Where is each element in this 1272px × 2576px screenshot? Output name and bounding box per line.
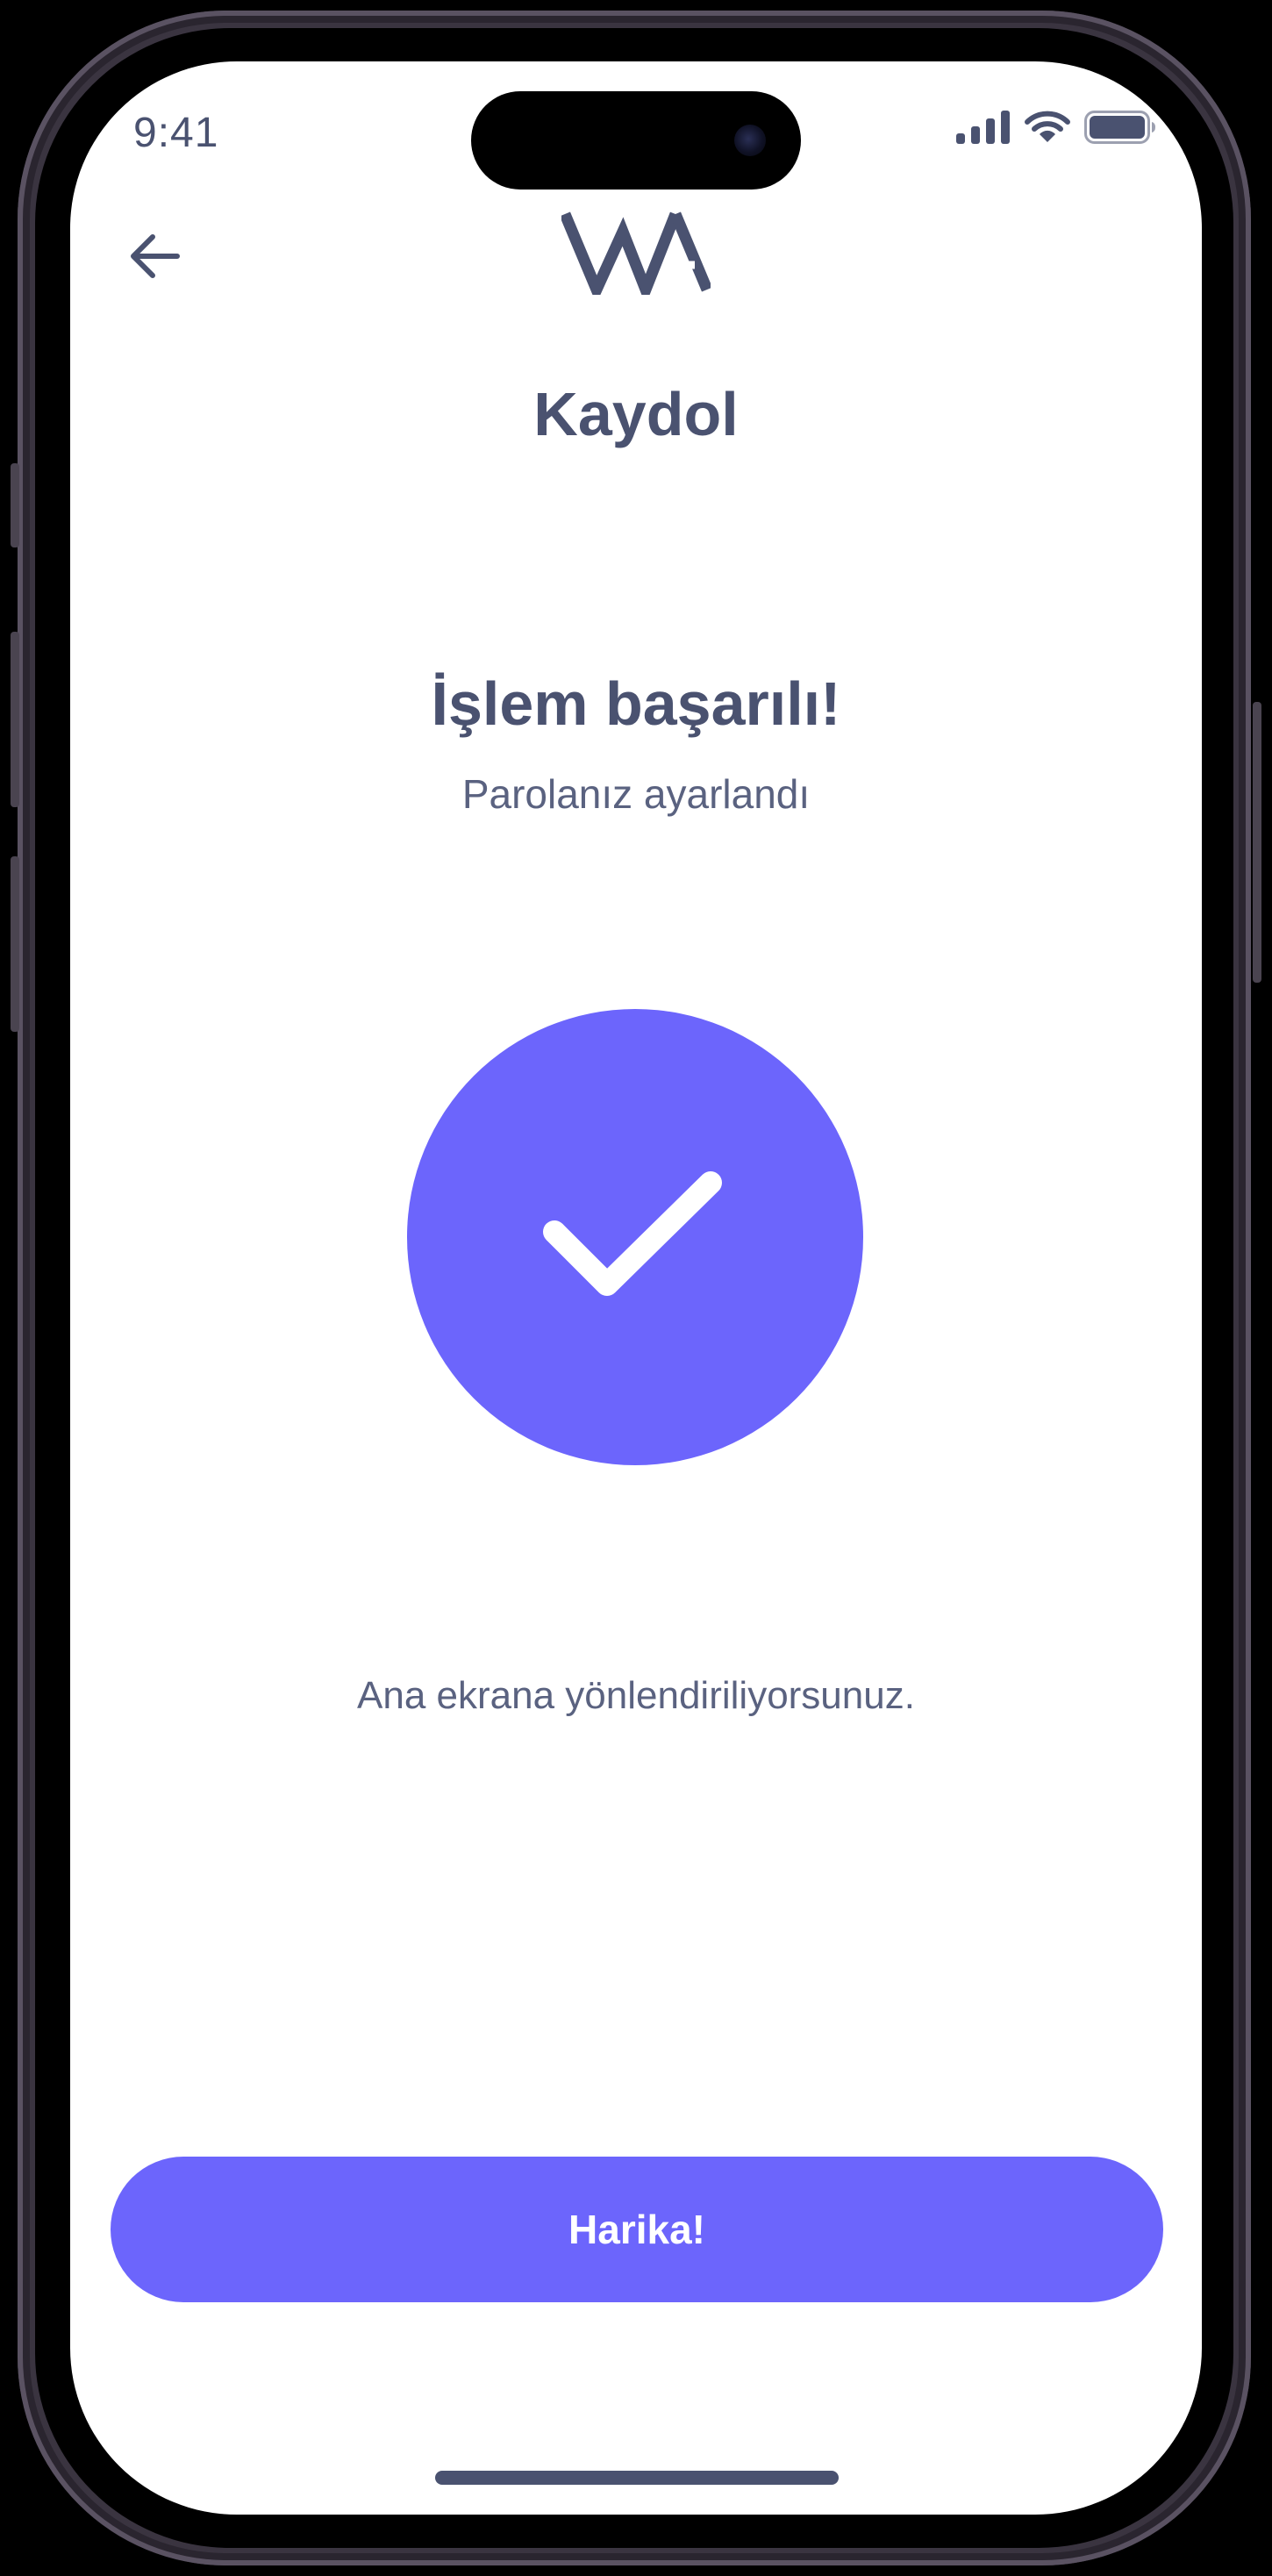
battery-icon — [1084, 111, 1155, 144]
phone-screen: 9:41 Kaydol İşlem başarılı! Parolanız ay… — [70, 61, 1202, 2515]
success-title: İşlem başarılı! — [431, 669, 841, 738]
success-badge — [407, 1009, 863, 1465]
wifi-icon — [1025, 111, 1070, 142]
redirect-message: Ana ekrana yönlendiriliyorsunuz. — [357, 1674, 915, 1717]
dynamic-island — [471, 91, 801, 190]
arrow-left-icon — [131, 234, 180, 278]
continue-button[interactable]: Harika! — [111, 2157, 1163, 2302]
home-indicator[interactable] — [435, 2471, 839, 2485]
status-icons — [956, 111, 1156, 144]
device-power-button — [1253, 702, 1261, 983]
wa-logo-icon — [561, 211, 711, 295]
device-volume-down-button — [11, 856, 19, 1032]
checkmark-icon — [543, 1171, 722, 1296]
front-camera — [734, 125, 766, 156]
page-title: Kaydol — [533, 380, 739, 448]
cellular-signal-icon — [956, 111, 1010, 144]
device-action-button — [11, 463, 19, 547]
back-button[interactable] — [119, 221, 189, 291]
status-time: 9:41 — [133, 110, 219, 156]
success-subtitle: Parolanız ayarlandı — [461, 771, 811, 817]
device-volume-up-button — [11, 632, 19, 807]
